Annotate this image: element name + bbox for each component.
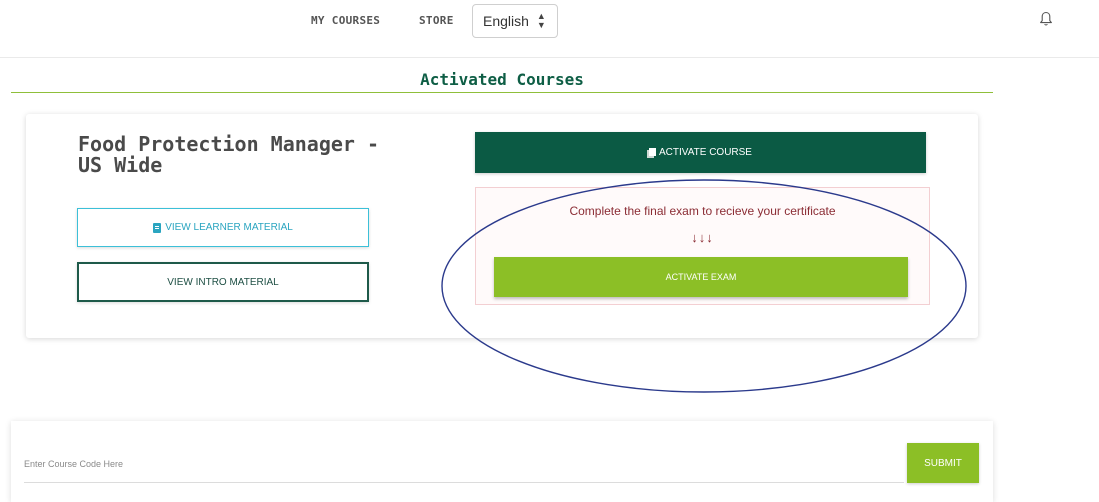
exam-notice-box: Complete the final exam to recieve your …	[475, 187, 930, 305]
nav-my-courses[interactable]: MY COURSES	[311, 14, 380, 27]
view-intro-material-label: VIEW INTRO MATERIAL	[167, 276, 279, 288]
activate-exam-label: ACTIVATE EXAM	[665, 272, 737, 282]
copy-icon	[649, 147, 656, 156]
book-icon	[153, 222, 162, 233]
exam-message: Complete the final exam to recieve your …	[569, 204, 836, 218]
language-selected-value: English	[483, 13, 529, 29]
down-arrows-icon: ↓↓↓	[691, 230, 714, 245]
page: MY COURSES STORE English ▲ ▼ Activated Co…	[0, 0, 1099, 502]
course-card: Food Protection Manager - US Wide VIEW L…	[26, 114, 978, 338]
header-divider	[0, 57, 1099, 58]
activate-course-label: ACTIVATE COURSE	[659, 147, 752, 158]
course-code-form: SUBMIT	[11, 421, 993, 502]
section-title-rule	[11, 92, 993, 93]
bell-icon[interactable]	[1039, 11, 1053, 27]
view-learner-material-label: VIEW LEARNER MATERIAL	[165, 222, 293, 233]
view-learner-material-button[interactable]: VIEW LEARNER MATERIAL	[77, 208, 369, 247]
section-title: Activated Courses	[420, 70, 584, 89]
submit-button[interactable]: SUBMIT	[907, 443, 979, 483]
activate-course-button[interactable]: ACTIVATE COURSE	[475, 132, 926, 173]
language-select[interactable]: English ▲ ▼	[472, 4, 558, 38]
submit-label: SUBMIT	[924, 457, 962, 469]
activate-exam-button[interactable]: ACTIVATE EXAM	[494, 257, 908, 297]
view-intro-material-button[interactable]: VIEW INTRO MATERIAL	[77, 262, 369, 302]
course-code-input[interactable]	[24, 445, 904, 483]
nav-store[interactable]: STORE	[419, 14, 454, 27]
course-title: Food Protection Manager - US Wide	[78, 132, 380, 177]
select-caret-icon: ▲ ▼	[536, 11, 546, 30]
